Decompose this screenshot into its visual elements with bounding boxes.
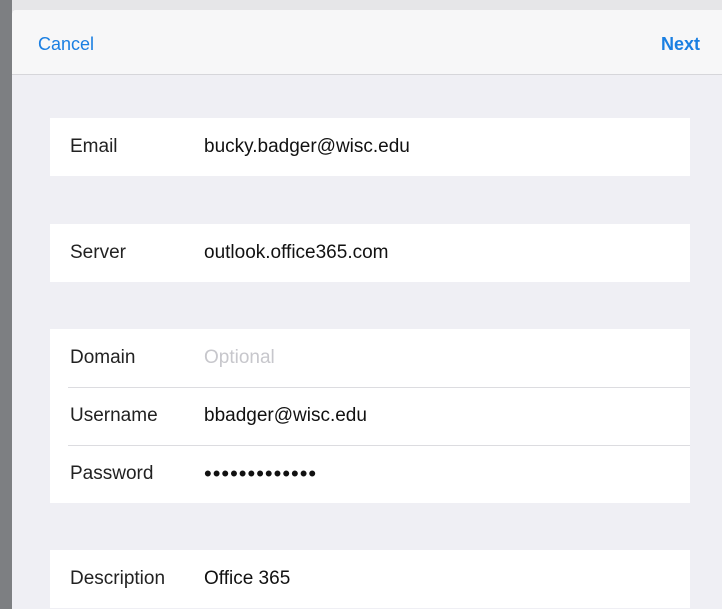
domain-label: Domain (70, 347, 136, 368)
server-label: Server (70, 242, 126, 263)
email-label: Email (70, 136, 118, 157)
navigation-bar: Cancel Next (12, 10, 722, 75)
description-group: Description (50, 550, 690, 608)
background-page-edge (0, 0, 12, 609)
description-label: Description (70, 568, 166, 589)
username-row[interactable]: Username (50, 387, 690, 445)
username-label: Username (70, 405, 158, 426)
cancel-button[interactable]: Cancel (38, 34, 94, 55)
username-field[interactable] (204, 405, 674, 427)
password-field[interactable]: ••••••••••••• (204, 461, 674, 487)
server-group: Server (50, 224, 690, 282)
description-field[interactable] (204, 568, 674, 590)
password-row[interactable]: Password ••••••••••••• (50, 445, 690, 503)
password-label: Password (70, 463, 154, 484)
domain-row[interactable]: Domain (50, 329, 690, 387)
credentials-group: Domain Username Password ••••••••••••• (50, 329, 690, 503)
exchange-setup-sheet: Cancel Next Email Server Domain Username… (12, 10, 722, 609)
next-button[interactable]: Next (661, 34, 700, 55)
description-row[interactable]: Description (50, 550, 690, 608)
server-field[interactable] (204, 242, 674, 264)
email-group: Email (50, 118, 690, 176)
email-row[interactable]: Email (50, 118, 690, 176)
domain-field[interactable] (204, 347, 674, 369)
email-field[interactable] (204, 136, 674, 158)
server-row[interactable]: Server (50, 224, 690, 282)
